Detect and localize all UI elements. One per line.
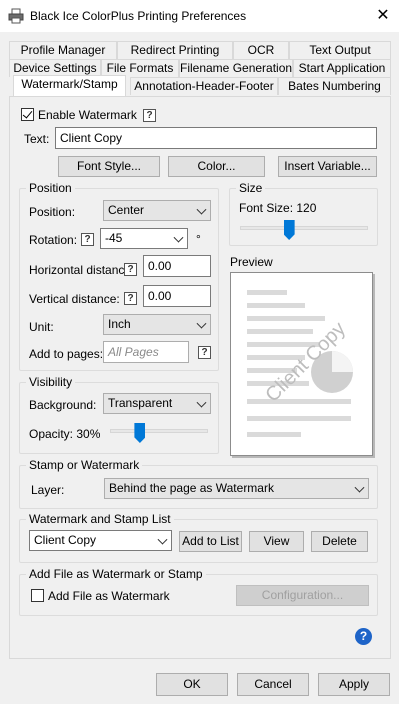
printer-icon <box>8 8 24 24</box>
help-icon[interactable]: ? <box>124 263 137 276</box>
size-group: Size <box>229 181 378 246</box>
vertical-distance-input[interactable]: 0.00 <box>143 285 211 307</box>
title-bar: Black Ice ColorPlus Printing Preferences… <box>0 0 399 32</box>
text-line <box>247 432 301 437</box>
horizontal-distance-label: Horizontal distance: <box>29 263 135 277</box>
unit-select[interactable]: Inch <box>103 314 211 335</box>
opacity-label: Opacity: 30% <box>29 427 101 441</box>
position-label: Position: <box>29 205 76 219</box>
watermark-text-input[interactable]: Client Copy <box>55 127 377 149</box>
unit-label: Unit: <box>29 320 54 334</box>
help-circle-icon[interactable]: ? <box>355 628 372 645</box>
rotation-label: Rotation: <box>29 233 78 247</box>
font-size-slider-track[interactable] <box>240 226 368 230</box>
delete-button[interactable]: Delete <box>311 531 368 552</box>
visibility-group-label: Visibility <box>26 375 76 389</box>
chevron-down-icon <box>196 204 207 215</box>
window-title: Black Ice ColorPlus Printing Preferences <box>30 9 247 23</box>
chevron-down-icon <box>157 534 168 545</box>
tab-watermark-stamp[interactable]: Watermark/Stamp <box>13 75 126 96</box>
preview-label: Preview <box>230 255 273 269</box>
help-icon[interactable]: ? <box>81 233 94 246</box>
layer-label: Layer: <box>31 483 65 497</box>
unit-select-value: Inch <box>108 317 131 331</box>
enable-watermark-label: Enable Watermark <box>38 108 137 122</box>
configuration-button[interactable]: Configuration... <box>236 585 369 606</box>
watermark-list-value: Client Copy <box>34 533 97 547</box>
tab-text-output[interactable]: Text Output <box>289 41 391 59</box>
add-file-label: Add File as Watermark <box>48 589 170 603</box>
tab-filename-generation[interactable]: Filename Generation <box>179 59 293 77</box>
opacity-slider-track[interactable] <box>110 429 208 433</box>
add-to-pages-input[interactable]: All Pages <box>103 341 189 363</box>
text-line <box>247 316 325 321</box>
chevron-down-icon <box>173 232 184 243</box>
text-label: Text: <box>24 132 50 146</box>
help-icon[interactable]: ? <box>124 292 137 305</box>
text-line <box>247 290 287 295</box>
background-label: Background: <box>29 398 97 412</box>
chevron-down-icon <box>196 318 207 329</box>
background-select-value: Transparent <box>108 396 173 410</box>
watermark-list-select[interactable]: Client Copy <box>29 530 172 551</box>
chevron-down-icon <box>354 482 365 493</box>
view-button[interactable]: View <box>249 531 304 552</box>
apply-button[interactable]: Apply <box>318 673 390 696</box>
position-group-label: Position <box>26 181 75 195</box>
chevron-down-icon <box>196 397 207 408</box>
help-icon[interactable]: ? <box>143 109 156 122</box>
rotation-value: -45 <box>105 231 123 245</box>
font-style-button[interactable]: Font Style... <box>58 156 160 177</box>
position-select-value: Center <box>108 203 145 217</box>
cancel-button[interactable]: Cancel <box>237 673 309 696</box>
enable-watermark-checkbox[interactable] <box>21 108 34 121</box>
text-line <box>247 303 305 308</box>
color-button[interactable]: Color... <box>168 156 265 177</box>
add-to-list-button[interactable]: Add to List <box>179 531 242 552</box>
rotation-combo[interactable]: -45 <box>100 228 188 249</box>
layer-select-value: Behind the page as Watermark <box>109 481 274 495</box>
help-icon[interactable]: ? <box>198 346 211 359</box>
insert-variable-button[interactable]: Insert Variable... <box>278 156 377 177</box>
list-group-label: Watermark and Stamp List <box>26 512 174 526</box>
tab-profile-manager[interactable]: Profile Manager <box>9 41 117 59</box>
close-icon[interactable]: ✕ <box>372 5 394 27</box>
tab-ocr[interactable]: OCR <box>233 41 289 59</box>
font-size-label: Font Size: 120 <box>239 201 317 215</box>
text-line <box>247 399 351 404</box>
tab-annotation-header-footer[interactable]: Annotation-Header-Footer <box>130 77 278 95</box>
text-line <box>247 416 351 421</box>
vertical-distance-label: Vertical distance: <box>29 292 120 306</box>
rotation-unit: ° <box>196 232 201 246</box>
size-group-label: Size <box>236 181 266 195</box>
tab-redirect-printing[interactable]: Redirect Printing <box>117 41 233 59</box>
horizontal-distance-input[interactable]: 0.00 <box>143 255 211 277</box>
add-file-group-label: Add File as Watermark or Stamp <box>26 567 206 581</box>
add-to-pages-label: Add to pages: <box>29 347 104 361</box>
ok-button[interactable]: OK <box>156 673 228 696</box>
text-line <box>247 329 313 334</box>
tab-bates-numbering[interactable]: Bates Numbering <box>278 77 391 95</box>
background-select[interactable]: Transparent <box>103 393 211 414</box>
tab-start-application[interactable]: Start Application <box>293 59 391 77</box>
add-file-checkbox[interactable] <box>31 589 44 602</box>
position-select[interactable]: Center <box>103 200 211 221</box>
stamp-group-label: Stamp or Watermark <box>26 458 143 472</box>
layer-select[interactable]: Behind the page as Watermark <box>104 478 369 499</box>
preview-page: Client Copy <box>230 272 373 456</box>
